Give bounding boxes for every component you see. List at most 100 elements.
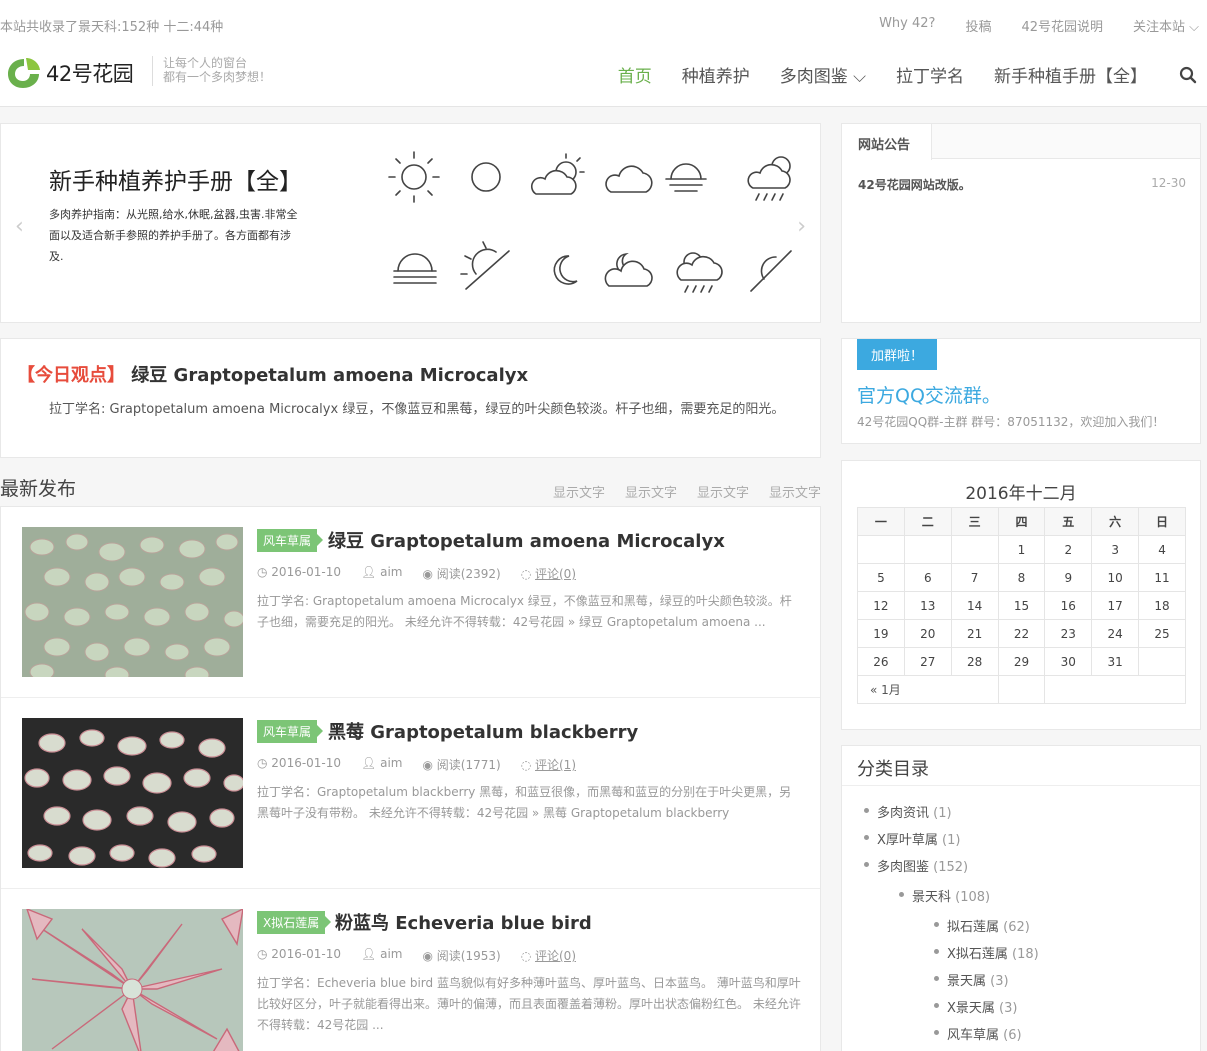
today-opinion: 【今日观点】 绿豆 Graptopetalum amoena Microcaly…: [0, 338, 821, 458]
post-category[interactable]: 风车草属: [257, 720, 324, 743]
calendar-pad: [997, 675, 1046, 704]
category-count: (1): [933, 806, 952, 821]
calendar-day: 6: [903, 563, 952, 592]
category-count: (3): [990, 974, 1009, 989]
post-item: 风车草属 黑莓 Graptopetalum blackberry ◷ 2016-…: [1, 698, 820, 889]
post-comments[interactable]: ◌ 评论(0): [521, 565, 576, 582]
category-title: 分类目录: [842, 746, 1200, 786]
post-title[interactable]: 粉蓝鸟 Echeveria blue bird: [335, 909, 592, 935]
notice-title[interactable]: 42号花园网站改版。: [858, 178, 971, 192]
calendar-day: 23: [1044, 619, 1093, 648]
today-tag: 【今日观点】: [17, 365, 125, 386]
post-views-text: 阅读(1771): [436, 758, 501, 772]
tagline: 让每个人的窗台 都有一个多肉梦想！: [152, 56, 271, 86]
post-title[interactable]: 绿豆 Graptopetalum amoena Microcalyx: [328, 527, 725, 553]
why42-link[interactable]: Why 42?: [879, 16, 935, 35]
qq-title[interactable]: 官方QQ交流群。: [857, 381, 1001, 408]
rain-cloud-icon: [747, 156, 791, 201]
about-link[interactable]: 42号花园说明: [1021, 16, 1103, 35]
post-comments[interactable]: ◌ 评论(1): [521, 756, 576, 773]
weekday: 四: [997, 507, 1046, 536]
calendar-day: 8: [997, 563, 1046, 592]
post-comments-text[interactable]: 评论(0): [535, 567, 576, 581]
category-item[interactable]: 风车草属 (6): [934, 1024, 1022, 1043]
category-name[interactable]: 景天科: [912, 890, 951, 905]
calendar-day: 2: [1044, 535, 1093, 564]
category-name[interactable]: 风车草属: [947, 1028, 999, 1043]
calendar-day: 21: [950, 619, 999, 648]
category-count: (1): [942, 833, 961, 848]
latest-tab[interactable]: 显示文字: [769, 482, 821, 501]
category-item[interactable]: X景天属 (3): [933, 997, 1017, 1016]
nav-home[interactable]: 首页: [618, 62, 652, 87]
site-logo[interactable]: 42号花园: [6, 56, 134, 90]
post-author: 👤︎ aim: [361, 565, 402, 582]
category-item[interactable]: 景天科 (108): [898, 886, 990, 905]
calendar-day: [1138, 647, 1186, 676]
post-author-text: aim: [380, 947, 403, 961]
calendar-day: 16: [1044, 591, 1093, 620]
calendar-day: 29: [997, 647, 1046, 676]
slide-title[interactable]: 新手种植养护手册【全】: [49, 162, 302, 196]
calendar-prev-month[interactable]: « 1月: [857, 675, 999, 704]
slider-prev-arrow[interactable]: ‹: [15, 214, 24, 239]
calendar-day: 28: [950, 647, 999, 676]
submit-link[interactable]: 投稿: [965, 16, 991, 35]
latest-title: 最新发布: [0, 478, 77, 500]
post-item: 风车草属 绿豆 Graptopetalum amoena Microcalyx …: [1, 507, 820, 698]
post-date-text: 2016-01-10: [271, 756, 342, 770]
post-comments[interactable]: ◌ 评论(0): [521, 947, 576, 964]
nav-care[interactable]: 种植养护: [682, 62, 750, 87]
calendar-day: [857, 535, 905, 564]
follow-dropdown[interactable]: 关注本站 ⌵: [1133, 16, 1199, 35]
category-item[interactable]: 多肉资讯 (1): [864, 802, 952, 821]
calendar-day: 30: [1044, 647, 1093, 676]
post-meta: ◷ 2016-01-10 👤︎ aim ◉ 阅读(1953) ◌ 评论(0): [257, 947, 576, 964]
category-name[interactable]: 多肉图鉴: [877, 860, 929, 875]
calendar-day: 19: [857, 619, 905, 648]
moon-cloud-icon: [604, 252, 653, 287]
nav-manual[interactable]: 新手种植手册【全】: [994, 62, 1147, 87]
category-name[interactable]: 景天属: [947, 974, 986, 989]
qq-text: 42号花园QQ群-主群 群号：87051132，欢迎加入我们！: [857, 415, 1165, 429]
comment-icon: ◌: [520, 758, 535, 772]
category-name[interactable]: X景天属: [947, 1001, 995, 1016]
category-item[interactable]: X拟石莲属 (18): [934, 943, 1039, 962]
today-title[interactable]: 【今日观点】 绿豆 Graptopetalum amoena Microcaly…: [17, 361, 528, 387]
category-count: (6): [1003, 1028, 1022, 1043]
search-icon[interactable]: [1179, 66, 1197, 84]
nav-gallery[interactable]: 多肉图鉴 ⌵: [780, 62, 866, 87]
notice-item[interactable]: 42号花园网站改版。 12-30: [858, 176, 1186, 193]
weekday: 三: [950, 507, 999, 536]
post-title[interactable]: 黑莓 Graptopetalum blackberry: [328, 718, 638, 744]
calendar-day: [950, 535, 999, 564]
category-name[interactable]: 多肉资讯: [877, 806, 929, 821]
post-thumbnail[interactable]: [22, 718, 243, 868]
post-views-text: 阅读(1953): [436, 949, 501, 963]
post-comments-text[interactable]: 评论(1): [535, 758, 576, 772]
category-name[interactable]: 拟石莲属: [947, 920, 999, 935]
latest-tab[interactable]: 显示文字: [697, 482, 749, 501]
post-excerpt: 拉丁学名：Graptopetalum blackberry 黑莓，和蓝豆很像，而…: [257, 785, 792, 820]
today-headline[interactable]: 绿豆 Graptopetalum amoena Microcalyx: [131, 365, 528, 386]
featured-slider[interactable]: 新手种植养护手册【全】 多肉养护指南：从光照,给水,休眠,盆器,虫害.非常全面以…: [0, 123, 821, 323]
latest-tab[interactable]: 显示文字: [553, 482, 605, 501]
category-item[interactable]: 景天属 (3): [934, 970, 1009, 989]
category-item[interactable]: X厚叶草属 (1): [863, 829, 961, 848]
category-item[interactable]: 拟石莲属 (62): [934, 916, 1030, 935]
post-category[interactable]: X拟石莲属: [257, 911, 332, 934]
moon-slash-icon: [750, 250, 792, 292]
calendar-day: 15: [997, 591, 1046, 620]
today-text: 拉丁学名: Graptopetalum amoena Microcalyx 绿豆…: [49, 402, 785, 417]
post-thumbnail[interactable]: [22, 527, 243, 677]
latest-tab[interactable]: 显示文字: [625, 482, 677, 501]
category-name[interactable]: X厚叶草属: [877, 833, 938, 848]
tab-notice[interactable]: 网站公告: [842, 124, 932, 160]
post-thumbnail[interactable]: [22, 909, 243, 1051]
post-category[interactable]: 风车草属: [257, 529, 324, 552]
nav-latin[interactable]: 拉丁学名: [896, 62, 964, 87]
category-name[interactable]: X拟石莲属: [947, 947, 1008, 962]
category-count: (62): [1003, 920, 1030, 935]
category-item[interactable]: 多肉图鉴 (152): [863, 856, 968, 875]
post-comments-text[interactable]: 评论(0): [535, 949, 576, 963]
